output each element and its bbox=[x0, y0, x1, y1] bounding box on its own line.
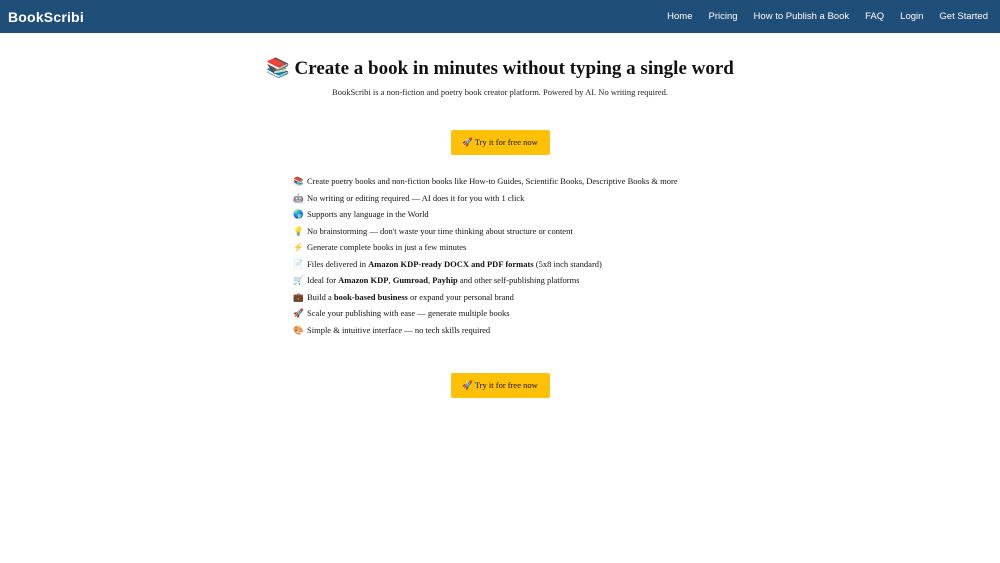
robot-icon: 🤖 bbox=[293, 192, 304, 203]
cta-top-wrapper: 🚀 Try it for free now bbox=[0, 130, 1000, 155]
feature-item: 🎨 Simple & intuitive interface — no tech … bbox=[293, 322, 1000, 339]
feature-list: 📚 Create poetry books and non-fiction boo… bbox=[293, 173, 1000, 338]
globe-icon: 🌎 bbox=[293, 209, 304, 219]
try-free-button-top[interactable]: 🚀 Try it for free now bbox=[450, 130, 550, 155]
feature-text: Create poetry books and non-fiction book… bbox=[307, 176, 678, 186]
feature-item: 📚 Create poetry books and non-fiction boo… bbox=[293, 173, 1000, 190]
nav-faq[interactable]: FAQ bbox=[865, 11, 884, 22]
page-title: 📚 Create a book in minutes without typin… bbox=[0, 57, 1000, 81]
feature-text: No writing or editing required — AI does… bbox=[307, 192, 525, 203]
nav-how-to-publish[interactable]: How to Publish a Book bbox=[754, 11, 850, 22]
nav-home[interactable]: Home bbox=[667, 11, 692, 22]
feature-item: ⚡ Generate complete books in just a few m… bbox=[293, 239, 1000, 256]
feature-text: Files delivered in Amazon KDP-ready DOCX… bbox=[307, 258, 602, 269]
feature-text: Scale your publishing with ease — genera… bbox=[307, 308, 510, 318]
feature-item: 📄 Files delivered in Amazon KDP-ready DOC… bbox=[293, 256, 1000, 273]
feature-item: 🤖 No writing or editing required — AI doe… bbox=[293, 190, 1000, 207]
cart-icon: 🛒 bbox=[293, 275, 304, 285]
feature-item: 💼 Build a book-based business or expand y… bbox=[293, 289, 1000, 306]
feature-text: Simple & intuitive interface — no tech s… bbox=[307, 324, 491, 335]
rocket-icon: 🚀 bbox=[293, 308, 304, 318]
nav-login[interactable]: Login bbox=[900, 11, 923, 22]
page-title-text: Create a book in minutes without typing … bbox=[294, 58, 734, 79]
briefcase-icon: 💼 bbox=[293, 291, 304, 302]
feature-text: Supports any language in the World bbox=[307, 209, 429, 219]
nav-links: Home Pricing How to Publish a Book FAQ L… bbox=[667, 11, 988, 22]
feature-text: Generate complete books in just a few mi… bbox=[307, 242, 467, 252]
feature-text: No brainstorming — don't waste your time… bbox=[307, 225, 573, 236]
feature-item: 🌎 Supports any language in the World bbox=[293, 206, 1000, 223]
feature-item: 🛒 Ideal for Amazon KDP, Gumroad, Payhip a… bbox=[293, 272, 1000, 289]
books-icon: 📚 bbox=[266, 58, 290, 79]
nav-get-started[interactable]: Get Started bbox=[939, 11, 988, 22]
navbar: BookScribi Home Pricing How to Publish a… bbox=[0, 0, 1000, 33]
document-icon: 📄 bbox=[293, 258, 304, 269]
cta-bottom-wrapper: 🚀 Try it for free now bbox=[0, 373, 1000, 398]
hero: 📚 Create a book in minutes without typin… bbox=[0, 57, 1000, 97]
feature-text: Build a book-based business or expand yo… bbox=[307, 291, 514, 302]
feature-text: Ideal for Amazon KDP, Gumroad, Payhip an… bbox=[307, 275, 580, 285]
brand-logo[interactable]: BookScribi bbox=[8, 9, 84, 25]
feature-item: 🚀 Scale your publishing with ease — gener… bbox=[293, 305, 1000, 322]
books-icon: 📚 bbox=[293, 176, 304, 186]
lightbulb-icon: 💡 bbox=[293, 225, 304, 236]
palette-icon: 🎨 bbox=[293, 324, 304, 335]
feature-item: 💡 No brainstorming — don't waste your tim… bbox=[293, 223, 1000, 240]
nav-pricing[interactable]: Pricing bbox=[709, 11, 738, 22]
page-subtitle: BookScribi is a non-fiction and poetry b… bbox=[332, 87, 668, 97]
try-free-button-bottom[interactable]: 🚀 Try it for free now bbox=[450, 373, 550, 398]
lightning-icon: ⚡ bbox=[293, 242, 304, 252]
